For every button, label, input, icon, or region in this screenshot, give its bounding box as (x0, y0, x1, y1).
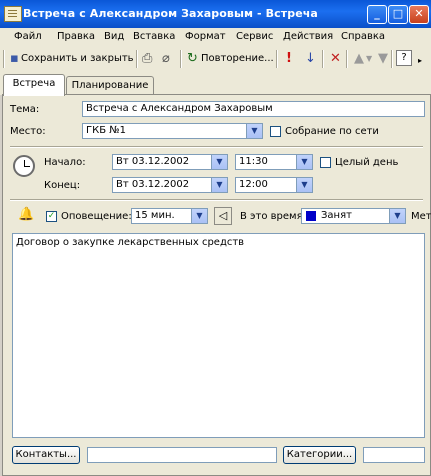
next-item-icon[interactable]: ▼ (378, 52, 388, 66)
menu-actions[interactable]: Действия (283, 31, 333, 42)
end-date-field[interactable]: Вт 03.12.2002 ▼ (112, 177, 228, 193)
online-meeting-checkbox[interactable] (270, 126, 281, 137)
start-date-dropdown-icon[interactable]: ▼ (211, 155, 227, 169)
showtime-label: В это время: (240, 211, 306, 222)
save-close-button[interactable]: Сохранить и закрыть (21, 53, 134, 64)
end-date-value: Вт 03.12.2002 (116, 179, 190, 190)
print-icon[interactable]: ⎙ (142, 52, 152, 66)
high-importance-icon[interactable]: ! (286, 52, 292, 66)
recurrence-icon: ↻ (187, 51, 198, 66)
maximize-button[interactable]: □ (388, 5, 408, 24)
contacts-button[interactable]: Контакты... (12, 446, 80, 464)
categories-input[interactable] (363, 447, 425, 463)
tab-appointment[interactable]: Встреча (3, 74, 65, 96)
menu-insert[interactable]: Вставка (133, 31, 175, 42)
menu-bar: Файл Правка Вид Вставка Формат Сервис Де… (0, 28, 431, 47)
reminder-bell-icon: 🔔 (18, 207, 35, 222)
label-field-label: Мет (411, 211, 431, 222)
tab-scheduling[interactable]: Планирование (66, 76, 154, 95)
start-date-field[interactable]: Вт 03.12.2002 ▼ (112, 154, 228, 170)
categories-button[interactable]: Категории... (283, 446, 356, 464)
all-day-checkbox[interactable] (320, 157, 331, 168)
notes-text: Договор о закупке лекарственных средств (16, 237, 245, 248)
menu-view[interactable]: Вид (104, 31, 124, 42)
start-time-dropdown-icon[interactable]: ▼ (296, 155, 312, 169)
menu-edit[interactable]: Правка (57, 31, 95, 42)
end-label: Конец: (44, 180, 81, 191)
reminder-select[interactable]: 15 мин. ▼ (131, 208, 208, 224)
location-label: Место: (10, 126, 46, 137)
location-dropdown-icon[interactable]: ▼ (246, 124, 262, 138)
previous-item-icon[interactable]: ▲ (354, 52, 364, 66)
notes-body[interactable]: Договор о закупке лекарственных средств (12, 233, 425, 438)
toolbar: ▪ Сохранить и закрыть ⎙ ⌀ ↻ Повторение..… (0, 46, 431, 73)
end-date-dropdown-icon[interactable]: ▼ (211, 178, 227, 192)
window-title: Встреча с Александром Захаровым - Встреч… (23, 7, 318, 20)
previous-item-dropdown-icon[interactable]: ▼ (366, 52, 372, 66)
end-time-field[interactable]: 12:00 ▼ (235, 177, 313, 193)
start-time-value: 11:30 (239, 156, 268, 167)
minimize-button[interactable]: _ (367, 5, 387, 24)
close-button[interactable]: ✕ (409, 5, 429, 24)
reminder-dropdown-icon[interactable]: ▼ (191, 209, 207, 223)
start-date-value: Вт 03.12.2002 (116, 156, 190, 167)
location-field[interactable]: ГКБ №1 ▼ (82, 123, 263, 139)
menu-format[interactable]: Формат (185, 31, 226, 42)
divider (10, 146, 423, 148)
tabs-row: Встреча Планирование (0, 72, 431, 96)
online-meeting-label: Собрание по сети (285, 126, 379, 137)
recurrence-button[interactable]: Повторение... (201, 53, 274, 64)
attach-icon[interactable]: ⌀ (162, 52, 170, 66)
location-value: ГКБ №1 (86, 125, 126, 136)
reminder-sound-icon[interactable]: ◁ (214, 207, 232, 225)
showtime-select[interactable]: Занят ▼ (301, 208, 406, 224)
reminder-label: Оповещение: (61, 211, 132, 222)
all-day-label: Целый день (335, 157, 399, 168)
reminder-checkbox[interactable]: ✓ (46, 211, 57, 222)
subject-label: Тема: (10, 104, 40, 115)
start-time-field[interactable]: 11:30 ▼ (235, 154, 313, 170)
help-icon[interactable]: ? (396, 50, 412, 66)
end-time-dropdown-icon[interactable]: ▼ (296, 178, 312, 192)
showtime-dropdown-icon[interactable]: ▼ (389, 209, 405, 223)
start-label: Начало: (44, 157, 86, 168)
menu-file[interactable]: Файл (14, 31, 42, 42)
save-icon: ▪ (10, 51, 19, 66)
menu-help[interactable]: Справка (341, 31, 385, 42)
end-time-value: 12:00 (239, 179, 268, 190)
title-bar: Встреча с Александром Захаровым - Встреч… (0, 0, 431, 29)
divider (10, 199, 423, 201)
clock-icon (13, 155, 35, 177)
busy-color-swatch (306, 211, 316, 221)
low-importance-icon[interactable]: ↓ (305, 52, 316, 66)
toolbar-options-icon[interactable]: ▸ (418, 54, 422, 68)
toolbar-grip (3, 50, 5, 68)
delete-icon[interactable]: ✕ (330, 52, 341, 66)
subject-input[interactable]: Встреча с Александром Захаровым (82, 101, 425, 117)
menu-tools[interactable]: Сервис (236, 31, 273, 42)
appointment-icon (4, 6, 22, 22)
contacts-input[interactable] (87, 447, 277, 463)
reminder-value: 15 мин. (135, 210, 175, 221)
